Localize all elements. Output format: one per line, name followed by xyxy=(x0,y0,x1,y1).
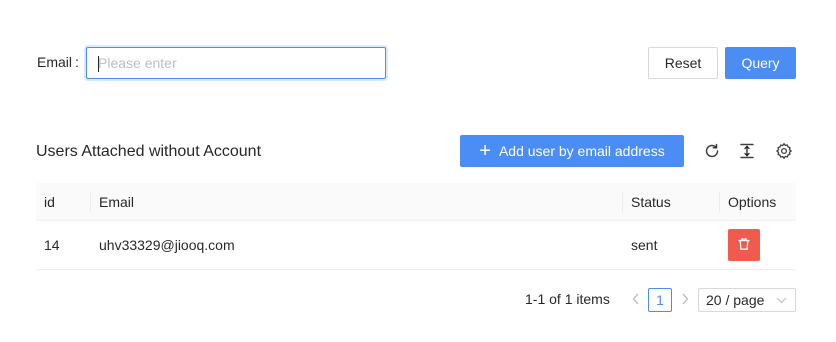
delete-button[interactable] xyxy=(728,229,760,261)
column-divider xyxy=(719,192,720,212)
cell-status: sent xyxy=(631,237,658,253)
column-divider xyxy=(622,192,623,212)
prev-page-icon[interactable] xyxy=(629,292,643,308)
table-title: Users Attached without Account xyxy=(36,143,262,160)
users-table: id Email Status Options 14 uhv33329@jioo… xyxy=(36,183,796,270)
page-item-current[interactable]: 1 xyxy=(648,288,672,312)
page-size-value: 20 / page xyxy=(706,292,765,308)
query-button[interactable]: Query xyxy=(725,47,796,79)
next-page-icon[interactable] xyxy=(678,292,692,308)
table-toolbar: Users Attached without Account + Add use… xyxy=(0,135,836,168)
table-header: id Email Status Options xyxy=(36,183,796,221)
add-user-label: Add user by email address xyxy=(498,143,665,159)
pagination: 1-1 of 1 items 1 20 / page xyxy=(0,288,836,312)
column-height-icon[interactable] xyxy=(738,142,756,160)
pagination-total: 1-1 of 1 items xyxy=(525,291,610,307)
column-header-id: id xyxy=(44,194,55,210)
plus-icon: + xyxy=(479,140,491,162)
cell-email: uhv33329@jiooq.com xyxy=(99,237,235,253)
reload-icon[interactable] xyxy=(703,142,721,160)
column-divider xyxy=(90,192,91,212)
column-header-email: Email xyxy=(99,194,135,210)
search-form: Email: Reset Query xyxy=(0,46,836,80)
chevron-down-icon xyxy=(776,289,787,319)
reset-button[interactable]: Reset xyxy=(648,47,718,79)
delete-icon xyxy=(737,237,751,254)
text-cursor xyxy=(98,56,99,72)
table-row: 14 uhv33329@jiooq.com sent xyxy=(36,221,796,270)
add-user-button[interactable]: + Add user by email address xyxy=(460,135,684,167)
email-input[interactable] xyxy=(87,48,385,78)
email-input-wrapper[interactable] xyxy=(86,47,386,79)
setting-icon[interactable] xyxy=(775,142,793,160)
cell-id: 14 xyxy=(44,237,60,253)
column-header-status: Status xyxy=(631,194,671,210)
email-label: Email: xyxy=(37,54,79,70)
column-header-options: Options xyxy=(728,194,777,210)
page-size-select[interactable]: 20 / page xyxy=(698,288,796,312)
